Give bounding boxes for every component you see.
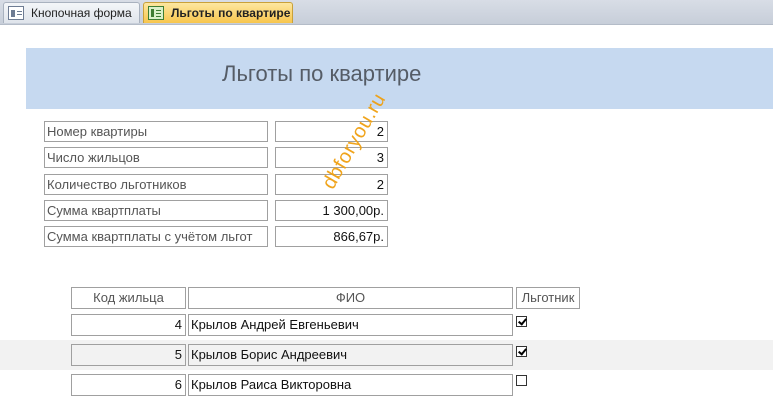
apartment-number-label: Номер квартиры <box>44 121 268 142</box>
document-tab-strip: Кнопочная форма Льготы по квартире <box>0 0 773 25</box>
resident-name-cell[interactable]: Крылов Раиса Викторовна <box>188 374 513 396</box>
form-icon <box>148 6 164 20</box>
table-row: 4 Крылов Андрей Евгеньевич <box>0 311 773 341</box>
residents-count-label: Число жильцов <box>44 147 268 168</box>
resident-name-cell[interactable]: Крылов Андрей Евгеньевич <box>188 314 513 336</box>
rent-sum-field[interactable]: 1 300,00р. <box>275 200 388 221</box>
resident-name-cell[interactable]: Крылов Борис Андреевич <box>188 344 513 366</box>
column-header-resident-id: Код жильца <box>71 287 186 309</box>
page-title: Льготы по квартире <box>222 61 422 86</box>
rent-with-benefits-label: Сумма квартплаты с учётом льгот <box>44 226 268 247</box>
table-row: 6 Крылов Раиса Викторовна <box>0 370 773 400</box>
tab-label: Льготы по квартире <box>171 6 291 20</box>
beneficiary-checkbox[interactable] <box>516 375 527 386</box>
beneficiary-checkbox[interactable] <box>516 346 527 357</box>
tab-benefits-by-apartment[interactable]: Льготы по квартире <box>143 2 293 23</box>
column-header-beneficiary: Льготник <box>516 287 580 309</box>
rent-sum-label: Сумма квартплаты <box>44 200 268 221</box>
column-header-full-name: ФИО <box>188 287 513 309</box>
tab-label: Кнопочная форма <box>31 6 132 20</box>
resident-id-cell[interactable]: 6 <box>71 374 186 396</box>
resident-id-cell[interactable]: 5 <box>71 344 186 366</box>
beneficiaries-count-label: Количество льготников <box>44 174 268 195</box>
beneficiary-checkbox[interactable] <box>516 316 527 327</box>
table-row: 5 Крылов Борис Андреевич <box>0 340 773 370</box>
form-icon <box>8 6 24 20</box>
form-header: Льготы по квартире <box>26 48 773 109</box>
rent-with-benefits-field[interactable]: 866,67р. <box>275 226 388 247</box>
tab-switchboard-form[interactable]: Кнопочная форма <box>3 2 140 23</box>
resident-id-cell[interactable]: 4 <box>71 314 186 336</box>
